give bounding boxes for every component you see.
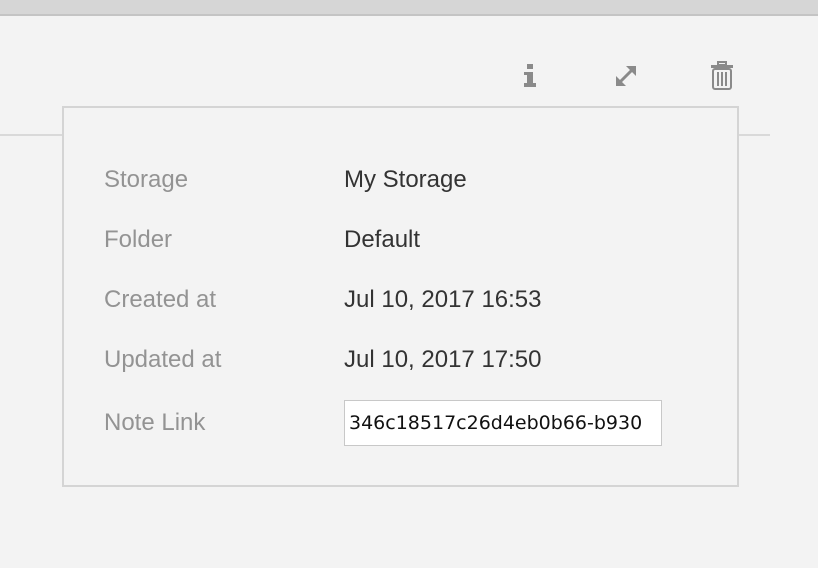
expand-icon-glyph	[616, 66, 636, 86]
created-at-row: Created at Jul 10, 2017 16:53	[104, 280, 704, 320]
folder-label: Folder	[104, 226, 173, 253]
note-info-panel: Storage My Storage Folder Default Create…	[62, 106, 739, 487]
trash-icon-glyph	[711, 61, 733, 90]
trash-icon[interactable]	[704, 58, 740, 94]
note-link-label: Note Link	[104, 409, 206, 436]
folder-row: Folder Default	[104, 220, 704, 260]
updated-at-label: Updated at	[104, 346, 222, 373]
updated-at-value: Jul 10, 2017 17:50	[344, 346, 542, 373]
note-link-input[interactable]	[344, 400, 662, 446]
note-link-row: Note Link	[104, 400, 704, 446]
storage-row: Storage My Storage	[104, 160, 704, 200]
storage-value: My Storage	[344, 166, 467, 193]
expand-icon[interactable]	[608, 58, 644, 94]
created-at-label: Created at	[104, 286, 217, 313]
folder-value: Default	[344, 226, 421, 253]
updated-at-row: Updated at Jul 10, 2017 17:50	[104, 340, 704, 380]
window-top-bar	[0, 0, 818, 16]
created-at-value: Jul 10, 2017 16:53	[344, 286, 542, 313]
info-icon-glyph	[524, 64, 536, 87]
storage-label: Storage	[104, 166, 189, 193]
info-icon[interactable]	[512, 58, 548, 94]
